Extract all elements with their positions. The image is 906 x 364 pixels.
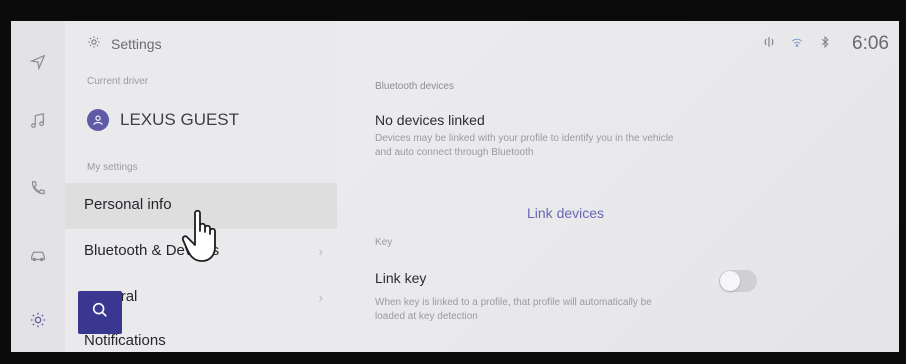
wifi-icon: [790, 35, 804, 54]
link-key-title: Link key: [375, 270, 427, 286]
menu-item-label: Notifications: [84, 332, 166, 349]
music-icon[interactable]: [25, 108, 51, 134]
phone-icon[interactable]: [25, 175, 51, 201]
toggle-knob: [720, 271, 740, 291]
search-icon: [91, 301, 109, 324]
bluetooth-devices-label: Bluetooth devices: [375, 81, 454, 92]
link-key-description: When key is linked to a profile, that pr…: [375, 297, 652, 322]
menu-item-label: Personal info: [84, 196, 172, 213]
navigation-icon[interactable]: [25, 49, 51, 75]
wireless-charging-icon: [762, 35, 776, 54]
gear-icon[interactable]: [25, 307, 51, 333]
content-pane: 6:06 Bluetooth devices No devices linked…: [337, 21, 899, 352]
car-icon[interactable]: [25, 242, 51, 268]
icon-rail: [11, 21, 65, 352]
bluetooth-icon: [818, 35, 832, 54]
clock: 6:06: [852, 33, 889, 54]
link-devices-button[interactable]: Link devices: [527, 205, 604, 221]
bluetooth-description: Devices may be linked with your profile …: [375, 133, 674, 158]
settings-header: Settings: [87, 35, 162, 52]
settings-gear-icon: [87, 35, 101, 52]
chevron-right-icon: ›: [318, 290, 323, 305]
driver-name: LEXUS GUEST: [120, 110, 240, 129]
current-driver[interactable]: LEXUS GUEST: [87, 109, 239, 131]
avatar: [87, 109, 109, 131]
link-key-toggle[interactable]: [719, 270, 757, 292]
search-button[interactable]: [78, 291, 122, 334]
my-settings-label: My settings: [87, 162, 138, 173]
status-bar: 6:06: [762, 33, 889, 55]
infotainment-screen: Settings Current driver LEXUS GUEST My s…: [11, 21, 899, 352]
hand-pointer-icon: [181, 209, 216, 262]
current-driver-label: Current driver: [87, 76, 149, 87]
bluetooth-status-title: No devices linked: [375, 112, 485, 128]
chevron-right-icon: ›: [318, 244, 323, 259]
page-title: Settings: [111, 35, 162, 52]
key-section-label: Key: [375, 237, 393, 248]
